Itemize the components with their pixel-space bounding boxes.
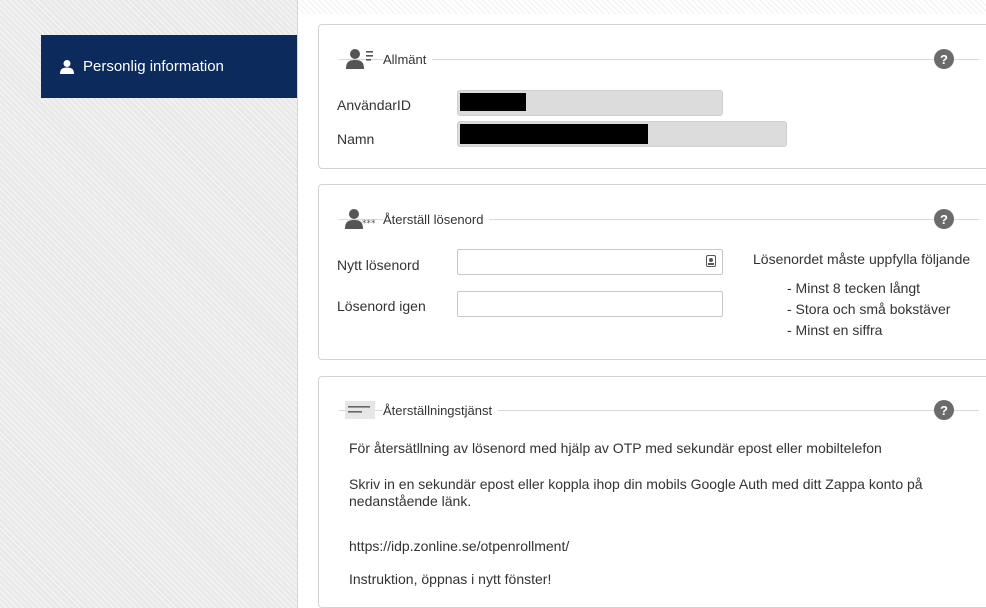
repeat-password-input[interactable] bbox=[457, 291, 723, 317]
text-lines-icon bbox=[345, 398, 377, 422]
sidebar-item-personal-information[interactable]: Personlig information bbox=[41, 35, 297, 98]
recovery-service-panel: Återställningstjänst ? För återsätllning… bbox=[318, 376, 986, 608]
recovery-description: För återsätllning av lösenord med hjälp … bbox=[349, 440, 882, 456]
reset-title: Återställ lösenord bbox=[383, 211, 490, 227]
general-legend: Allmänt bbox=[345, 47, 433, 71]
help-icon[interactable]: ? bbox=[934, 49, 954, 69]
top-strip bbox=[298, 0, 986, 14]
reset-legend: *** Återställ lösenord bbox=[345, 207, 490, 231]
requirement-item: - Minst en siffra bbox=[787, 322, 883, 338]
reset-password-panel: *** Återställ lösenord ? Nytt lösenord L… bbox=[318, 184, 986, 360]
general-panel: Allmänt ? AnvändarID Namn bbox=[318, 24, 986, 169]
svg-text:***: *** bbox=[362, 219, 376, 229]
redaction-userid bbox=[460, 93, 526, 111]
sidebar-item-label: Personlig information bbox=[83, 58, 224, 75]
recovery-instructions-text: Skriv in en sekundär epost eller koppla … bbox=[349, 476, 923, 509]
redaction-name bbox=[460, 124, 648, 144]
user-password-icon: *** bbox=[345, 207, 377, 231]
password-manager-icon[interactable] bbox=[706, 255, 716, 267]
recovery-title: Återställningstjänst bbox=[383, 402, 499, 418]
repeat-password-label: Lösenord igen bbox=[337, 298, 426, 314]
help-icon[interactable]: ? bbox=[934, 400, 954, 420]
instructions-link[interactable]: Instruktion, öppnas i nytt fönster! bbox=[349, 571, 551, 588]
user-icon bbox=[59, 59, 77, 75]
new-password-input[interactable] bbox=[457, 249, 723, 275]
requirements-title: Lösenordet måste uppfylla följande bbox=[753, 251, 971, 267]
requirement-item: - Minst 8 tecken långt bbox=[787, 280, 921, 296]
section-divider bbox=[339, 59, 979, 60]
userid-label: AnvändarID bbox=[337, 97, 411, 113]
user-card-icon bbox=[345, 47, 377, 71]
otp-enrollment-link[interactable]: https://idp.zonline.se/otpenrollment/ bbox=[349, 538, 569, 555]
name-label: Namn bbox=[337, 131, 375, 147]
help-icon[interactable]: ? bbox=[934, 209, 954, 229]
general-title: Allmänt bbox=[383, 51, 433, 67]
requirement-item: - Stora och små bokstäver bbox=[787, 301, 951, 317]
recovery-legend: Återställningstjänst bbox=[345, 398, 499, 422]
requirements-list: - Minst 8 tecken långt - Stora och små b… bbox=[787, 278, 950, 341]
new-password-label: Nytt lösenord bbox=[337, 257, 420, 273]
